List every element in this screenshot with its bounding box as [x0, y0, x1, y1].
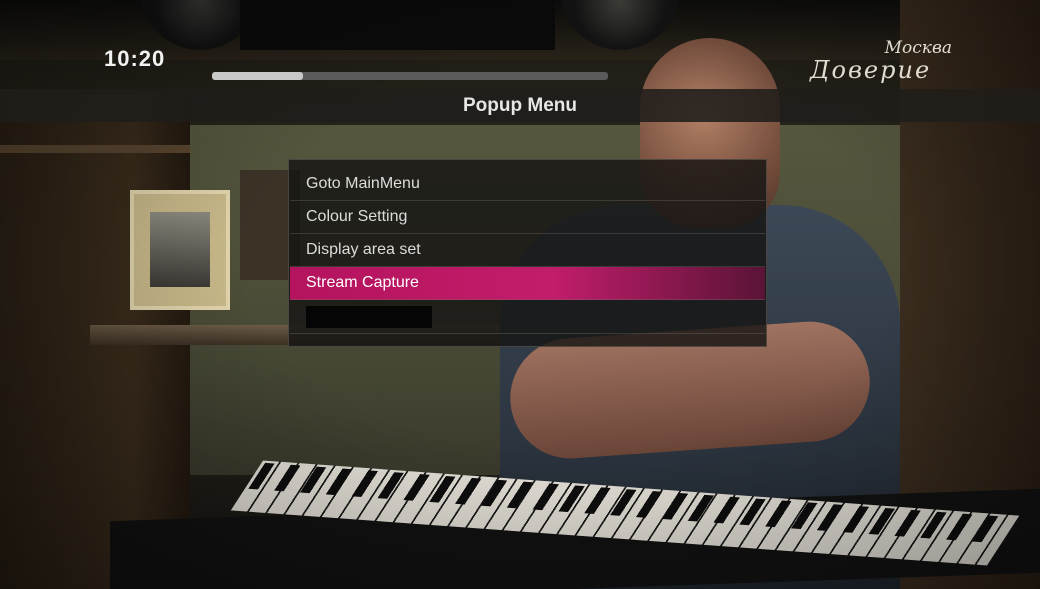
menu-item-label: Colour Setting — [306, 208, 408, 225]
channel-logo-city: Москва — [884, 38, 952, 58]
channel-logo: Москва Доверие — [806, 38, 956, 90]
menu-item-empty — [290, 300, 765, 334]
channel-logo-word: Доверие — [810, 56, 932, 84]
playback-progress-fill — [212, 72, 304, 80]
menu-item-display-area-set[interactable]: Display area set — [290, 234, 765, 267]
clock: 10:20 — [104, 46, 166, 71]
tv-screen: 10:20 Москва Доверие Popup Menu Goto Mai… — [0, 0, 1040, 589]
menu-item-label: Display area set — [306, 241, 421, 258]
popup-title-bar: Popup Menu — [0, 89, 1040, 122]
popup-title: Popup Menu — [463, 94, 577, 116]
menu-item-colour-setting[interactable]: Colour Setting — [290, 201, 765, 234]
menu-item-label: Goto MainMenu — [306, 175, 420, 192]
popup-menu: Goto MainMenu Colour Setting Display are… — [288, 159, 767, 347]
playback-progress-bar — [212, 72, 608, 80]
menu-item-empty-placeholder — [306, 305, 432, 328]
menu-item-label: Stream Capture — [306, 274, 419, 291]
menu-item-stream-capture[interactable]: Stream Capture — [290, 267, 765, 300]
menu-item-goto-mainmenu[interactable]: Goto MainMenu — [290, 168, 765, 201]
